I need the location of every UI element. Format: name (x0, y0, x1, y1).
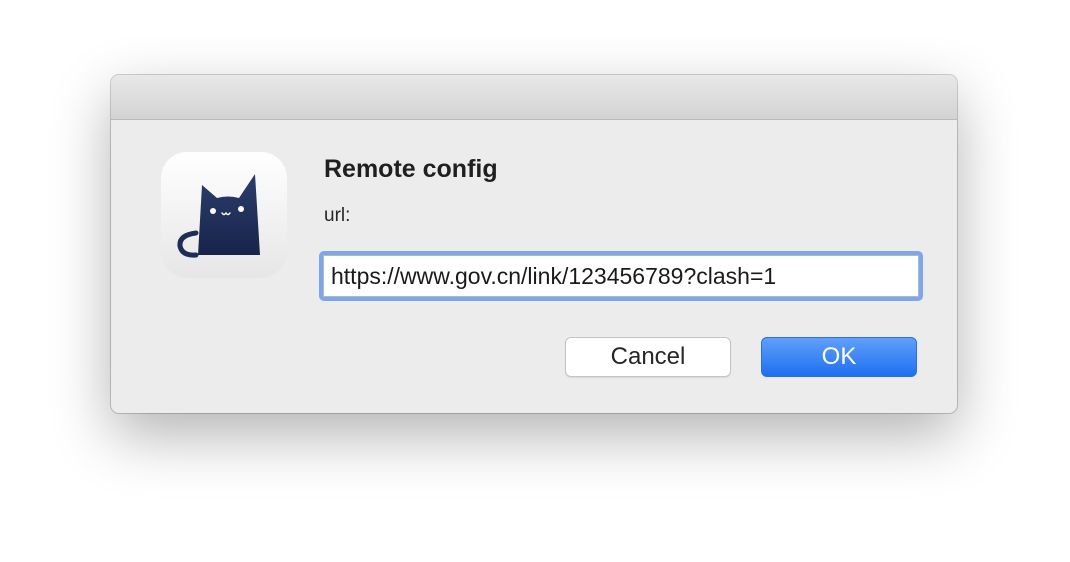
ok-button[interactable]: OK (761, 337, 917, 377)
cancel-button[interactable]: Cancel (565, 337, 731, 377)
dialog-titlebar[interactable] (111, 75, 957, 120)
url-input[interactable] (319, 251, 923, 301)
clash-cat-icon (160, 151, 288, 279)
screen: Remote config url: Cancel OK (0, 0, 1070, 562)
dialog-title: Remote config (324, 155, 498, 183)
url-label: url: (324, 205, 351, 226)
remote-config-dialog: Remote config url: Cancel OK (111, 75, 957, 413)
